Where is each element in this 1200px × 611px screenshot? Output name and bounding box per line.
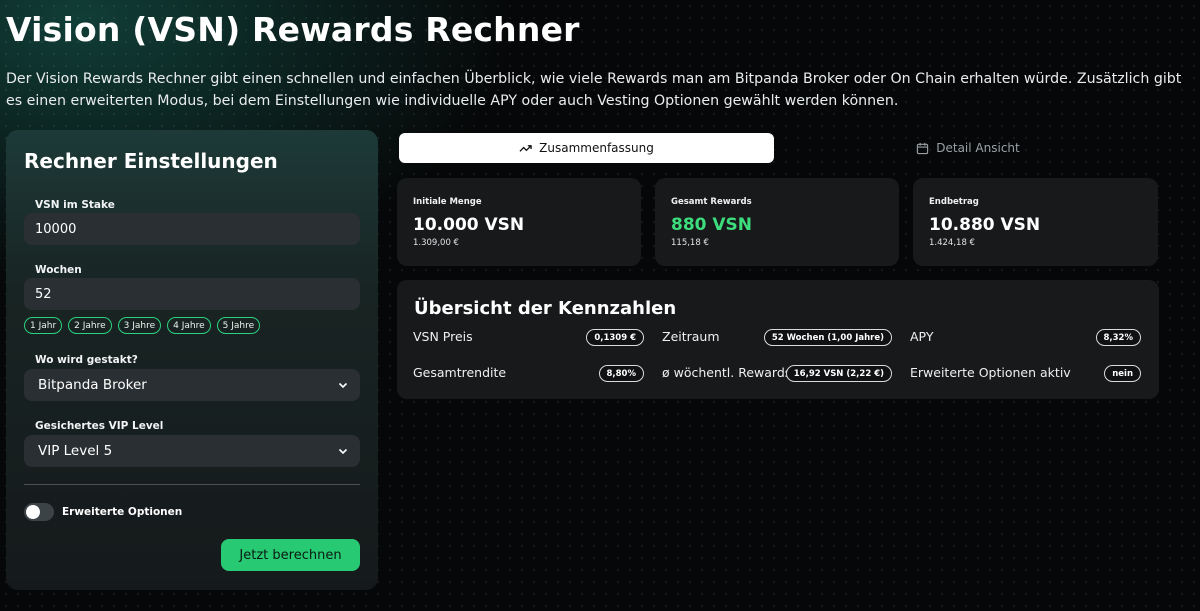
weeks-label: Wochen	[35, 264, 82, 276]
metric-weekly-rewards-label: ø wöchentl. Rewards	[662, 365, 792, 380]
location-select-value: Bitpanda Broker	[38, 377, 147, 393]
preset-5-jahre[interactable]: 5 Jahre	[216, 317, 261, 334]
vip-select[interactable]: VIP Level 5	[24, 435, 360, 467]
stat-initial-value: 10.000 VSN	[413, 215, 525, 235]
overview-title: Übersicht der Kennzahlen	[414, 298, 677, 319]
stat-initial-eur: 1.309,00 €	[413, 238, 459, 248]
advanced-options-label: Erweiterte Optionen	[62, 506, 183, 518]
location-select[interactable]: Bitpanda Broker	[24, 369, 360, 401]
metric-period-label: Zeitraum	[662, 329, 720, 344]
metric-advanced-active-label: Erweiterte Optionen aktiv	[910, 365, 1071, 380]
vip-select-value: VIP Level 5	[38, 443, 113, 459]
preset-4-jahre[interactable]: 4 Jahre	[167, 317, 211, 334]
tab-summary[interactable]: Zusammenfassung	[399, 133, 774, 163]
stat-final-label: Endbetrag	[929, 197, 979, 207]
vip-label: Gesichertes VIP Level	[35, 420, 164, 432]
weeks-input[interactable]	[24, 278, 360, 310]
calendar-icon	[917, 142, 929, 154]
toggle-knob	[26, 505, 40, 519]
overview-panel: Übersicht der Kennzahlen VSN Preis 0,130…	[397, 280, 1159, 399]
preset-2-jahre[interactable]: 2 Jahre	[68, 317, 112, 334]
page-description: Der Vision Rewards Rechner gibt einen sc…	[6, 71, 1182, 109]
stat-final-eur: 1.424,18 €	[929, 238, 975, 248]
divider	[24, 484, 360, 485]
preset-1-jahr[interactable]: 1 Jahr	[24, 317, 63, 334]
advanced-options-toggle[interactable]	[24, 503, 54, 521]
tab-detail[interactable]: Detail Ansicht	[778, 133, 1158, 163]
stat-rewards-eur: 115,18 €	[671, 238, 709, 248]
metric-total-return-label: Gesamtrendite	[413, 365, 507, 380]
stake-input[interactable]	[24, 213, 360, 245]
stat-card-final: Endbetrag 10.880 VSN 1.424,18 €	[913, 178, 1158, 266]
metric-total-return-value: 8,80%	[598, 365, 644, 382]
tab-summary-label: Zusammenfassung	[539, 141, 654, 155]
week-presets: 1 Jahr 2 Jahre 3 Jahre 4 Jahre 5 Jahre	[24, 317, 261, 334]
chevron-down-icon	[338, 448, 348, 455]
metric-advanced-active-value: nein	[1104, 365, 1141, 382]
stake-label: VSN im Stake	[35, 199, 115, 211]
trending-up-icon	[519, 144, 532, 152]
metric-weekly-rewards-value: 16,92 VSN (2,22 €)	[785, 365, 892, 382]
stat-rewards-label: Gesamt Rewards	[671, 197, 752, 207]
metric-vsn-price-value: 0,1309 €	[586, 329, 644, 346]
stat-card-rewards: Gesamt Rewards 880 VSN 115,18 €	[655, 178, 899, 266]
page-title: Vision (VSN) Rewards Rechner	[6, 10, 580, 49]
chevron-down-icon	[338, 382, 348, 389]
calculate-button[interactable]: Jetzt berechnen	[221, 539, 360, 571]
metric-period-value: 52 Wochen (1,00 Jahre)	[763, 329, 892, 346]
settings-title: Rechner Einstellungen	[24, 149, 278, 173]
preset-3-jahre[interactable]: 3 Jahre	[117, 317, 162, 334]
stat-initial-label: Initiale Menge	[413, 197, 482, 207]
stat-rewards-value: 880 VSN	[671, 215, 753, 235]
metric-vsn-price-label: VSN Preis	[413, 329, 473, 344]
location-label: Wo wird gestakt?	[35, 354, 138, 366]
settings-panel: Rechner Einstellungen VSN im Stake Woche…	[6, 130, 378, 590]
stat-final-value: 10.880 VSN	[929, 215, 1041, 235]
metric-apy-value: 8,32%	[1095, 329, 1141, 346]
metric-apy-label: APY	[910, 329, 934, 344]
stat-card-initial: Initiale Menge 10.000 VSN 1.309,00 €	[397, 178, 641, 266]
tab-detail-label: Detail Ansicht	[936, 141, 1020, 155]
